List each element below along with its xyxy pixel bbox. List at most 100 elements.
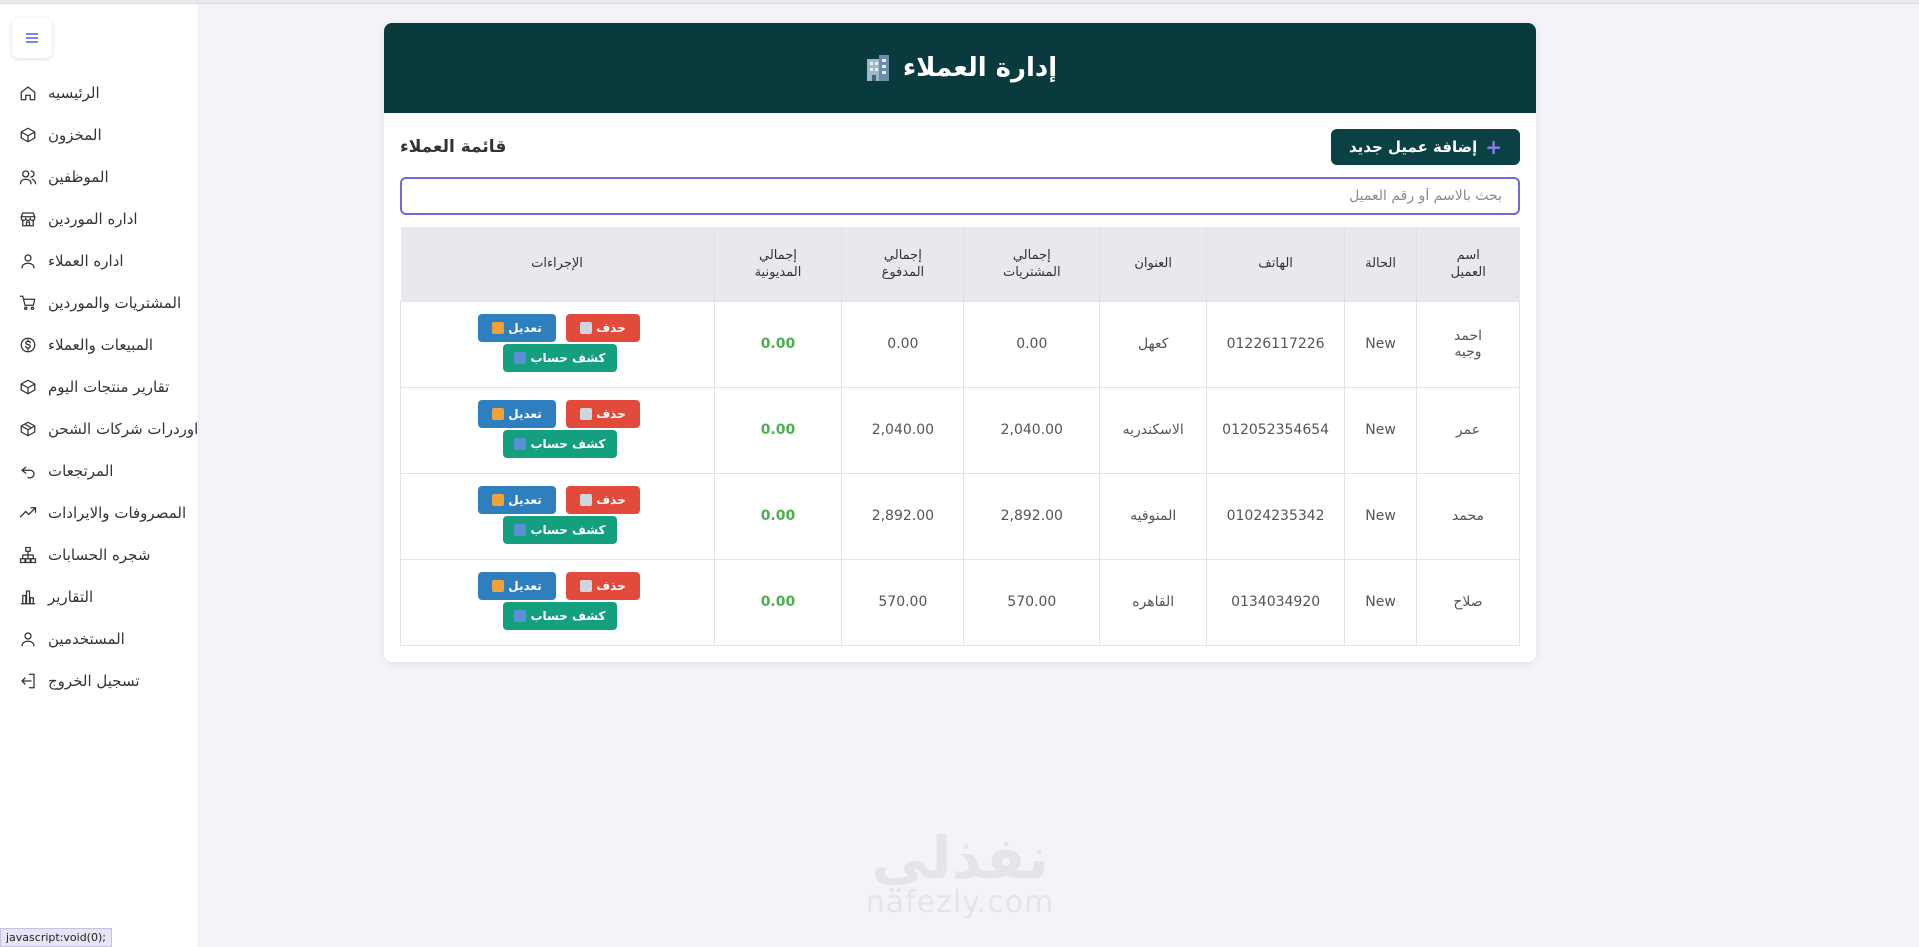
sidebar-nav: الرئيسيه المخزون الموظفين اداره الموردين… — [0, 72, 199, 702]
statement-button[interactable]: كشف حساب — [503, 515, 617, 544]
watermark-arabic: نفذلي — [871, 824, 1049, 892]
table-row: حذف تعديل كشف حساب 0.00 0.00 0.00 كعهل 0… — [400, 301, 1520, 388]
chart-icon — [514, 437, 527, 450]
delete-label: حذف — [596, 406, 626, 421]
cell-name-text: احمد وجيه — [1454, 328, 1482, 360]
sidebar-item-expenses[interactable]: المصروفات والايرادات — [0, 492, 199, 534]
edit-button[interactable]: تعديل — [478, 399, 556, 428]
box-icon — [18, 125, 38, 145]
row-actions: حذف تعديل كشف حساب — [400, 387, 715, 474]
trash-icon — [580, 579, 593, 592]
undo-icon — [18, 461, 38, 481]
sidebar-item-label: المستخدمين — [48, 630, 125, 648]
dollar-icon — [18, 335, 38, 355]
chart-icon — [514, 609, 527, 622]
user-icon — [18, 629, 38, 649]
sidebar-item-label: المشتريات والموردين — [48, 294, 182, 312]
delete-button[interactable]: حذف — [566, 313, 640, 342]
delete-label: حذف — [596, 492, 626, 507]
chart-icon — [514, 351, 527, 364]
edit-label: تعديل — [508, 406, 542, 421]
sidebar-item-label: التقارير — [48, 588, 94, 606]
package-icon — [18, 419, 38, 439]
status-bar-url: javascript:void(0); — [0, 928, 112, 947]
sidebar-item-label: تسجيل الخروج — [48, 672, 140, 690]
toolbar: قائمة العملاء + إضافة عميل جديد — [384, 113, 1536, 177]
cell-debt: 0.00 — [714, 473, 843, 560]
pencil-icon — [492, 407, 505, 420]
row-actions: حذف تعديل كشف حساب — [400, 473, 715, 560]
delete-button[interactable]: حذف — [566, 571, 640, 600]
cell-purchases: 2,040.00 — [963, 387, 1101, 474]
statement-button[interactable]: كشف حساب — [503, 343, 617, 372]
sidebar-item-shipping-orders[interactable]: اوردرات شركات الشحن — [0, 408, 199, 450]
list-title: قائمة العملاء — [400, 137, 507, 157]
edit-button[interactable]: تعديل — [478, 313, 556, 342]
package-icon — [18, 377, 38, 397]
trash-icon — [580, 493, 593, 506]
sidebar-toggle-button[interactable] — [12, 18, 52, 58]
sidebar-item-label: المخزون — [48, 126, 102, 144]
sidebar: الرئيسيه المخزون الموظفين اداره الموردين… — [0, 4, 199, 947]
sidebar-item-suppliers[interactable]: اداره الموردين — [0, 198, 199, 240]
sidebar-item-purchases[interactable]: المشتريات والموردين — [0, 282, 199, 324]
search-input[interactable] — [400, 177, 1520, 215]
sidebar-item-employees[interactable]: الموظفين — [0, 156, 199, 198]
customers-table-wrap: الإجراءات إجمالي المديونية إجمالي المدفو… — [400, 227, 1520, 646]
pencil-icon — [492, 579, 505, 592]
sidebar-item-logout[interactable]: تسجيل الخروج — [0, 660, 199, 702]
cell-name: احمد وجيه — [1416, 301, 1520, 388]
cell-address: القاهره — [1099, 559, 1208, 646]
home-icon — [18, 83, 38, 103]
sidebar-item-label: تقارير منتجات اليوم — [48, 378, 170, 396]
sidebar-item-daily-reports[interactable]: تقارير منتجات اليوم — [0, 366, 199, 408]
statement-button[interactable]: كشف حساب — [503, 601, 617, 630]
sidebar-item-label: شجره الحسابات — [48, 546, 151, 564]
sidebar-item-returns[interactable]: المرتجعات — [0, 450, 199, 492]
page-title: إدارة العملاء — [863, 53, 1057, 83]
tree-icon — [18, 545, 38, 565]
delete-button[interactable]: حذف — [566, 399, 640, 428]
edit-button[interactable]: تعديل — [478, 485, 556, 514]
sidebar-item-accounts-tree[interactable]: شجره الحسابات — [0, 534, 199, 576]
cell-address: المنوفيه — [1099, 473, 1208, 560]
col-total-purchases-label: إجمالي المشتريات — [1002, 247, 1061, 280]
page-title-text: إدارة العملاء — [902, 53, 1058, 83]
cell-status: New — [1344, 301, 1418, 388]
edit-button[interactable]: تعديل — [478, 571, 556, 600]
sidebar-item-reports[interactable]: التقارير — [0, 576, 199, 618]
col-customer-name: اسم العميل — [1417, 227, 1520, 301]
cell-debt: 0.00 — [714, 301, 843, 388]
col-total-debt: إجمالي المديونية — [714, 227, 843, 301]
cell-address: كعهل — [1099, 301, 1208, 388]
edit-label: تعديل — [508, 578, 542, 593]
statement-button[interactable]: كشف حساب — [503, 429, 617, 458]
statement-label: كشف حساب — [530, 608, 606, 623]
cell-phone: 01024235342 — [1206, 473, 1346, 560]
cell-phone: 012052354654 — [1206, 387, 1346, 474]
col-phone: الهاتف — [1206, 227, 1346, 301]
sidebar-item-users[interactable]: المستخدمين — [0, 618, 199, 660]
edit-label: تعديل — [508, 492, 542, 507]
cell-paid: 570.00 — [841, 559, 965, 646]
trash-icon — [580, 407, 593, 420]
cell-debt: 0.00 — [714, 559, 843, 646]
add-customer-label: إضافة عميل جديد — [1349, 138, 1478, 156]
sidebar-item-home[interactable]: الرئيسيه — [0, 72, 199, 114]
row-actions: حذف تعديل كشف حساب — [400, 301, 715, 388]
sidebar-item-label: المرتجعات — [48, 462, 114, 480]
watermark-latin: nafezly.com — [865, 885, 1055, 920]
add-customer-button[interactable]: + إضافة عميل جديد — [1331, 129, 1520, 165]
cell-name: عمر — [1416, 387, 1520, 474]
sidebar-item-customers[interactable]: اداره العملاء — [0, 240, 199, 282]
sidebar-item-label: الرئيسيه — [48, 84, 100, 102]
pencil-icon — [492, 321, 505, 334]
sidebar-item-label: اداره الموردين — [48, 210, 138, 228]
col-address: العنوان — [1099, 227, 1208, 301]
logout-icon — [18, 671, 38, 691]
sidebar-item-sales[interactable]: المبيعات والعملاء — [0, 324, 199, 366]
col-status: الحالة — [1344, 227, 1418, 301]
sidebar-item-inventory[interactable]: المخزون — [0, 114, 199, 156]
delete-button[interactable]: حذف — [566, 485, 640, 514]
cart-icon — [18, 293, 38, 313]
